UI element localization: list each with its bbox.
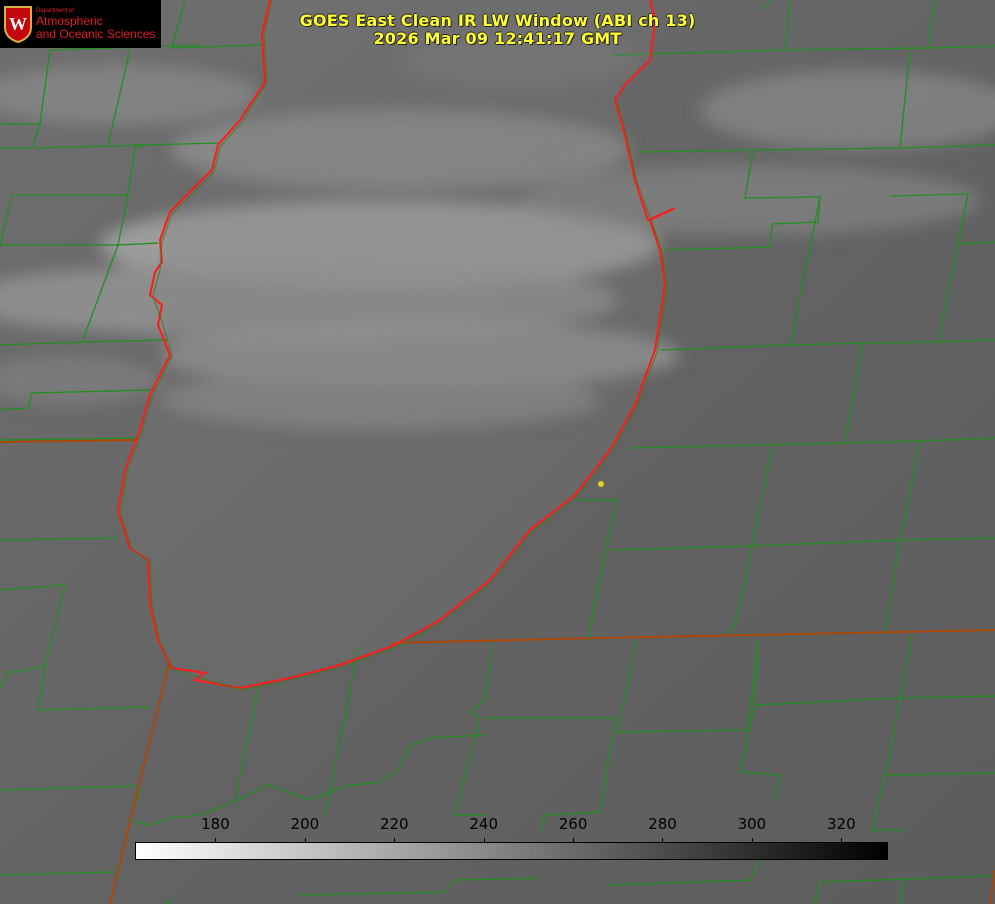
colorbar-tick-label: 260 xyxy=(558,815,588,833)
colorbar-gradient xyxy=(135,842,888,860)
colorbar-tick-label: 180 xyxy=(201,815,230,833)
seal-letter: W xyxy=(9,14,27,34)
colorbar-tick-label: 200 xyxy=(290,815,320,833)
colorbar-tickmark xyxy=(215,838,217,843)
colorbar-tickmark xyxy=(483,838,485,843)
uw-crest-icon: W xyxy=(4,6,32,43)
colorbar-tick-label: 300 xyxy=(737,815,767,833)
location-marker xyxy=(598,481,604,487)
logo-line1: Atmospheric xyxy=(36,13,103,28)
colorbar-tick-label: 320 xyxy=(826,815,856,833)
colorbar-tickmark xyxy=(662,838,664,843)
colorbar-tickmark xyxy=(573,838,575,843)
colorbar-tick-label: 280 xyxy=(648,815,677,833)
logo-line2: and Oceanic Sciences xyxy=(36,26,156,41)
colorbar-tick-label: 220 xyxy=(379,815,409,833)
aos-logo[interactable]: W Department of Atmospheric and Oceanic … xyxy=(0,0,161,48)
satellite-map xyxy=(0,0,995,904)
colorbar-tickmark xyxy=(394,838,396,843)
colorbar-tickmark xyxy=(304,838,306,843)
colorbar-tick-label: 240 xyxy=(469,815,498,833)
colorbar-tickmark xyxy=(841,838,843,843)
colorbar-tickmark xyxy=(751,838,753,843)
